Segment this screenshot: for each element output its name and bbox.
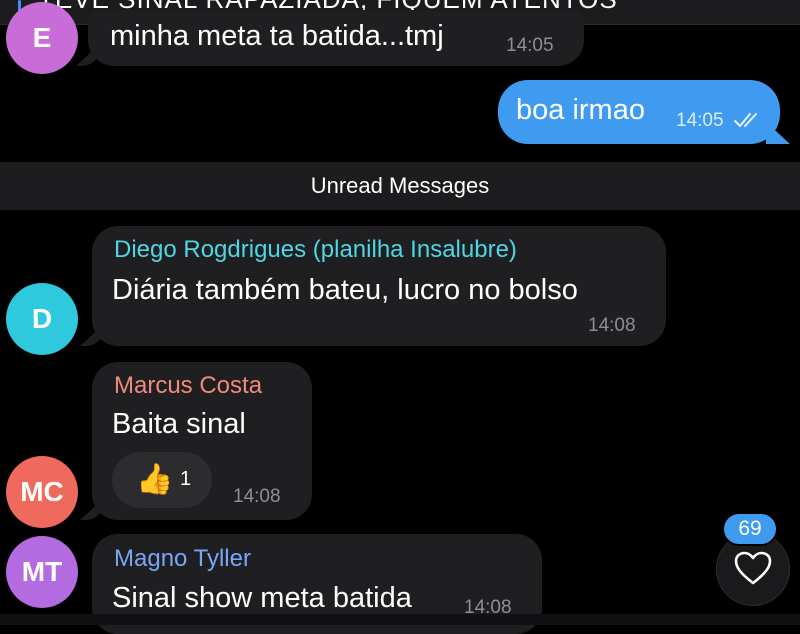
avatar-e[interactable]: E <box>6 2 78 74</box>
message-time: 14:08 <box>233 486 281 507</box>
message-time: 14:08 <box>588 315 636 336</box>
message-text: Baita sinal <box>112 408 246 440</box>
unread-count-badge[interactable]: 69 <box>722 512 778 546</box>
input-bar-edge <box>0 614 800 625</box>
outgoing-message-time: 14:05 <box>676 110 724 131</box>
avatar-initials: MC <box>20 476 64 507</box>
message-text: Diária também bateu, lucro no bolso <box>112 274 578 306</box>
avatar-d[interactable]: D <box>6 283 78 355</box>
sender-name[interactable]: Marcus Costa <box>114 372 262 400</box>
avatar-initials: MT <box>21 556 63 587</box>
unread-messages-label: Unread Messages <box>310 173 490 198</box>
read-double-check-icon <box>734 113 757 127</box>
outgoing-message-text: boa irmao <box>516 94 645 126</box>
reaction-chip[interactable]: 👍 1 <box>112 452 212 508</box>
unread-messages-divider: Unread Messages <box>0 162 800 210</box>
thumbs-up-icon: 👍 <box>136 463 174 496</box>
message-text: Sinal show meta batida <box>112 582 412 614</box>
avatar-mc[interactable]: MC <box>6 456 78 528</box>
message-time: 14:05 <box>506 35 554 56</box>
avatar-initials: D <box>31 303 53 334</box>
avatar-mt[interactable]: MT <box>6 536 78 608</box>
heart-icon <box>734 551 772 585</box>
sender-name[interactable]: Diego Rogdrigues (planilha Insalubre) <box>114 236 517 264</box>
reaction-count: 1 <box>180 468 192 490</box>
message-text: minha meta ta batida...tmj <box>110 20 444 52</box>
sender-name[interactable]: Magno Tyller <box>114 545 251 573</box>
avatar-initials: E <box>32 22 52 53</box>
badge-count: 69 <box>738 517 762 540</box>
